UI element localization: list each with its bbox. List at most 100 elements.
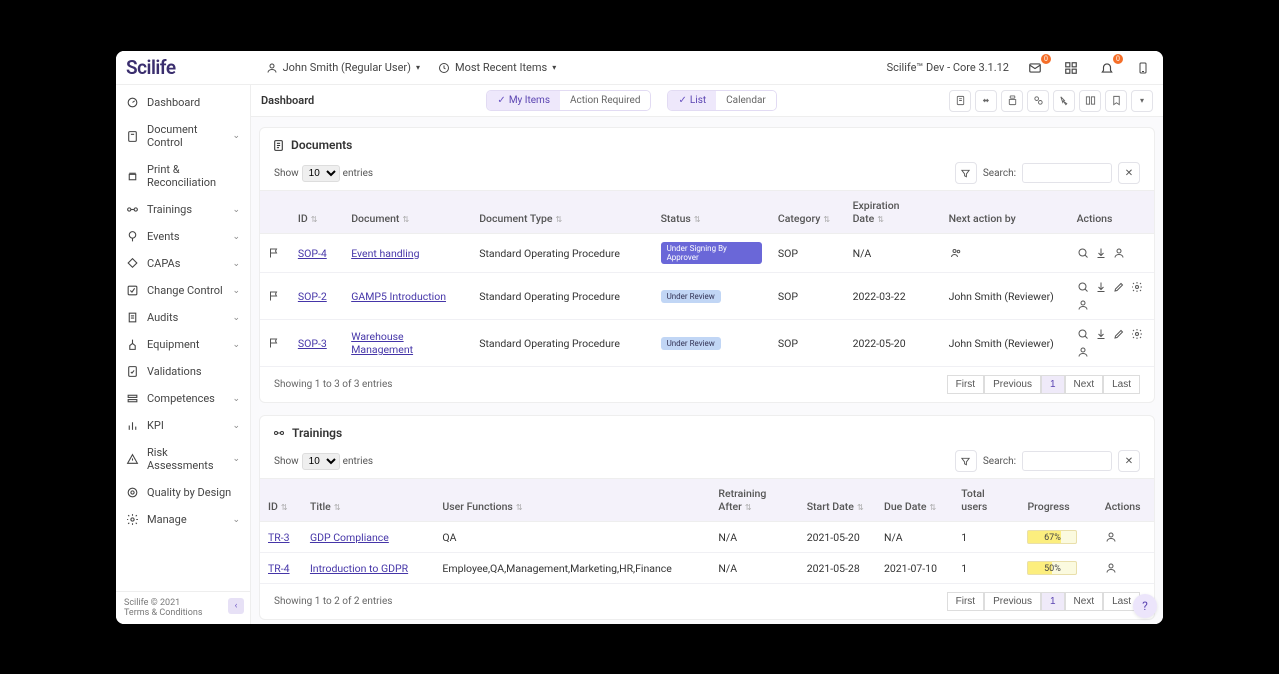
pager-next[interactable]: Next: [1065, 592, 1104, 611]
trainings-table: ID⇅ Title⇅ User Functions⇅ Retraining Af…: [260, 478, 1154, 584]
sidebar-item-label: Validations: [147, 365, 202, 378]
nav-icon: [126, 96, 139, 109]
action-download-icon[interactable]: [1095, 247, 1107, 259]
action-gear-icon[interactable]: [1131, 328, 1143, 340]
pager-previous[interactable]: Previous: [984, 592, 1041, 611]
sidebar-collapse-button[interactable]: ‹: [228, 598, 244, 614]
pager-first[interactable]: First: [947, 375, 984, 394]
action-user-icon[interactable]: [1077, 346, 1089, 358]
sidebar-item-trainings[interactable]: Trainings⌄: [116, 196, 250, 223]
tool-button-3[interactable]: [1001, 90, 1023, 112]
tool-button-more[interactable]: ▾: [1131, 90, 1153, 112]
sidebar-item-manage[interactable]: Manage⌄: [116, 506, 250, 533]
pager-last[interactable]: Last: [1103, 375, 1140, 394]
trainings-search-input[interactable]: [1022, 451, 1112, 471]
sidebar-item-audits[interactable]: Audits⌄: [116, 304, 250, 331]
apps-button[interactable]: [1061, 58, 1081, 78]
action-edit-icon[interactable]: [1113, 328, 1125, 340]
tool-button-6[interactable]: [1079, 90, 1101, 112]
document-id-link[interactable]: SOP-2: [298, 290, 327, 303]
documents-filter-button[interactable]: [955, 162, 977, 184]
terms-link[interactable]: Terms & Conditions: [124, 608, 242, 618]
device-button[interactable]: [1133, 58, 1153, 78]
tool-button-2[interactable]: ⬌: [975, 90, 997, 112]
pager-previous[interactable]: Previous: [984, 375, 1041, 394]
action-view-icon[interactable]: [1077, 247, 1089, 259]
action-user-icon[interactable]: [1113, 247, 1125, 259]
tab-my-items[interactable]: ✓My Items: [487, 91, 560, 110]
sidebar-item-equipment[interactable]: Equipment⌄: [116, 331, 250, 358]
notifications-button[interactable]: 0: [1097, 58, 1117, 78]
training-id-link[interactable]: TR-3: [268, 531, 290, 544]
chevron-down-icon: ⌄: [232, 313, 240, 323]
help-button[interactable]: ?: [1133, 594, 1157, 618]
training-id-link[interactable]: TR-4: [268, 562, 290, 575]
trainings-page-size[interactable]: 10: [302, 453, 340, 470]
pager-first[interactable]: First: [947, 592, 984, 611]
table-row: TR-4Introduction to GDPREmployee,QA,Mana…: [260, 553, 1154, 584]
flag-icon[interactable]: [268, 247, 282, 259]
flag-icon[interactable]: [268, 337, 282, 349]
action-view-icon[interactable]: [1077, 281, 1089, 293]
sidebar-item-validations[interactable]: Validations: [116, 358, 250, 385]
mail-button[interactable]: 0: [1025, 58, 1045, 78]
sidebar-item-capas[interactable]: CAPAs⌄: [116, 250, 250, 277]
action-user-icon[interactable]: [1077, 299, 1089, 311]
document-title-link[interactable]: GAMP5 Introduction: [351, 290, 446, 303]
pager-page-1[interactable]: 1: [1041, 375, 1065, 394]
sidebar-item-change-control[interactable]: Change Control⌄: [116, 277, 250, 304]
cell-total: 1: [953, 522, 1019, 553]
trainings-clear-search[interactable]: ✕: [1118, 450, 1140, 472]
documents-search-input[interactable]: [1022, 163, 1112, 183]
sidebar-item-kpi[interactable]: KPI⌄: [116, 412, 250, 439]
action-download-icon[interactable]: [1095, 281, 1107, 293]
sidebar-item-dashboard[interactable]: Dashboard: [116, 89, 250, 116]
documents-clear-search[interactable]: ✕: [1118, 162, 1140, 184]
tool-button-1[interactable]: [949, 90, 971, 112]
document-id-link[interactable]: SOP-4: [298, 247, 327, 260]
sidebar-item-document-control[interactable]: Document Control⌄: [116, 116, 250, 156]
copyright: Scilife © 2021: [124, 598, 242, 608]
trainings-filter-button[interactable]: [955, 450, 977, 472]
tab-calendar[interactable]: Calendar: [716, 91, 776, 110]
action-user-icon[interactable]: [1105, 562, 1146, 574]
sidebar-item-label: Dashboard: [147, 96, 200, 109]
sidebar-item-quality-by-design[interactable]: Quality by Design: [116, 479, 250, 506]
progress-label: 67%: [1028, 531, 1076, 545]
action-gear-icon[interactable]: [1131, 281, 1143, 293]
table-row: SOP-4 Event handling Standard Operating Pr…: [260, 234, 1154, 273]
tool-button-7[interactable]: [1105, 90, 1127, 112]
sidebar-item-risk-assessments[interactable]: Risk Assessments⌄: [116, 439, 250, 479]
tool-button-4[interactable]: [1027, 90, 1049, 112]
flag-icon[interactable]: [268, 290, 282, 302]
pager-page-1[interactable]: 1: [1041, 592, 1065, 611]
sidebar-item-label: Change Control: [147, 284, 223, 297]
action-view-icon[interactable]: [1077, 328, 1089, 340]
nav-icon: [126, 392, 139, 405]
status-badge: Under Signing By Approver: [661, 242, 762, 264]
pager-next[interactable]: Next: [1065, 375, 1104, 394]
training-title-link[interactable]: Introduction to GDPR: [310, 562, 408, 575]
document-title-link[interactable]: Event handling: [351, 247, 419, 260]
document-title-link[interactable]: Warehouse Management: [351, 330, 413, 356]
cell-doc-type: Standard Operating Procedure: [471, 273, 652, 320]
current-user-dropdown[interactable]: John Smith (Regular User) ▾: [266, 61, 420, 74]
tab-list[interactable]: ✓List: [668, 91, 716, 110]
cell-retraining: N/A: [710, 553, 798, 584]
action-download-icon[interactable]: [1095, 328, 1107, 340]
tool-button-5[interactable]: [1053, 90, 1075, 112]
tab-action-required[interactable]: Action Required: [560, 91, 651, 110]
nav-icon: [126, 257, 139, 270]
sidebar-item-competences[interactable]: Competences⌄: [116, 385, 250, 412]
sidebar-item-print-reconciliation[interactable]: Print & Reconciliation: [116, 156, 250, 196]
document-id-link[interactable]: SOP-3: [298, 337, 327, 350]
action-user-icon[interactable]: [1105, 531, 1146, 543]
documents-title: Documents: [291, 138, 352, 152]
documents-page-size[interactable]: 10: [302, 165, 340, 182]
training-title-link[interactable]: GDP Compliance: [310, 531, 389, 544]
action-edit-icon[interactable]: [1113, 281, 1125, 293]
sidebar-item-events[interactable]: Events⌄: [116, 223, 250, 250]
recent-items-dropdown[interactable]: Most Recent Items ▾: [438, 61, 556, 74]
sidebar-item-label: Document Control: [147, 123, 224, 149]
cell-doc-type: Standard Operating Procedure: [471, 234, 652, 273]
